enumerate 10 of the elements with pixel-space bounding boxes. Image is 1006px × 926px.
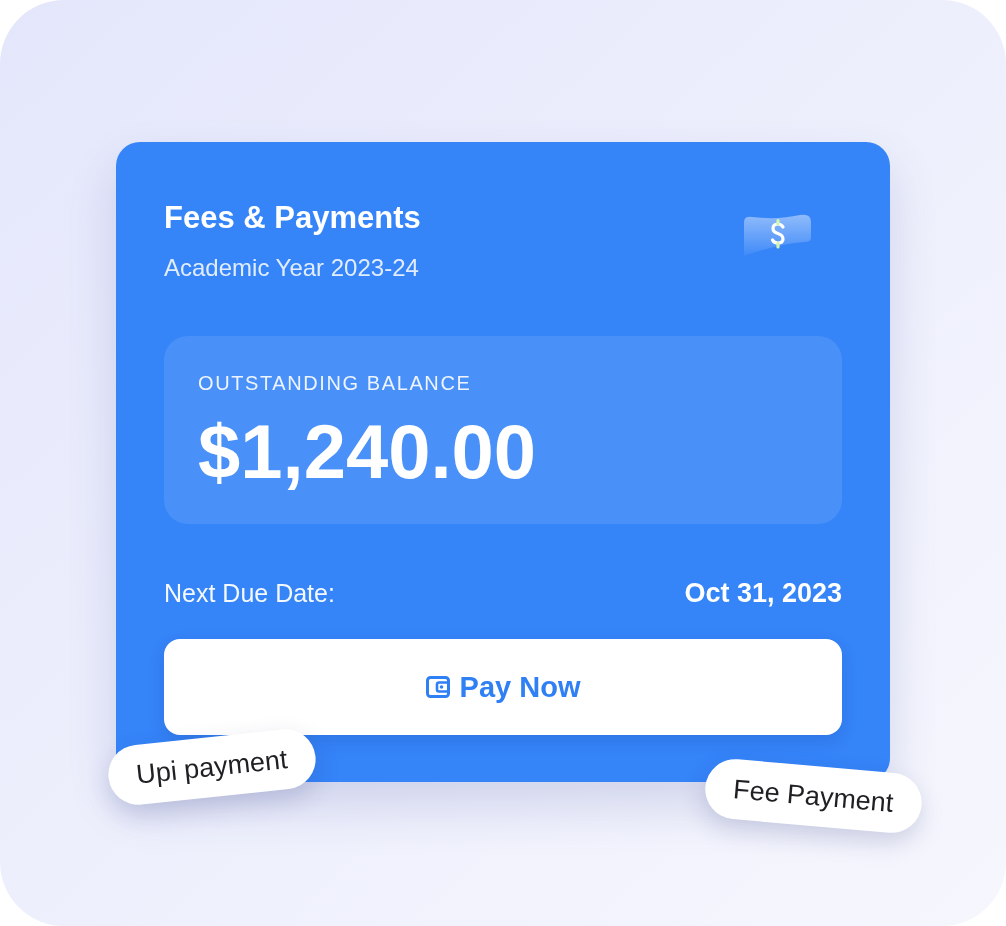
balance-amount: $1,240.00: [198, 414, 538, 490]
card-title: Fees & Payments: [164, 200, 421, 236]
pay-now-label: Pay Now: [459, 671, 581, 703]
balance-label: OUTSTANDING BALANCE: [198, 371, 473, 396]
due-date-value: Oct 31, 2023: [684, 577, 842, 609]
dollar-bill-icon: [744, 214, 812, 256]
card-subtitle: Academic Year 2023-24: [164, 253, 420, 283]
pay-now-button[interactable]: Pay Now: [164, 639, 842, 735]
wallet-icon: [425, 676, 450, 698]
due-date-label: Next Due Date:: [164, 578, 335, 609]
